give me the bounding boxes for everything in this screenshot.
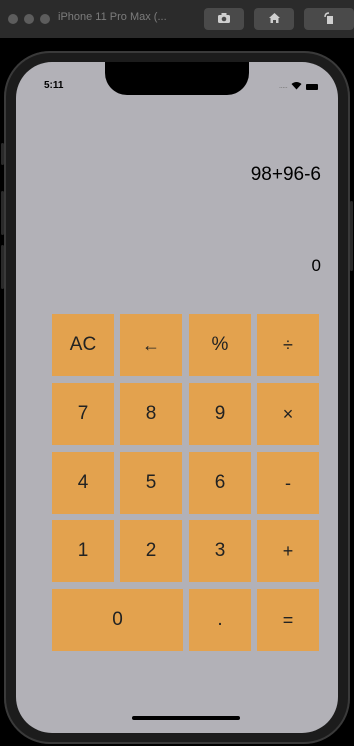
digit-3-button[interactable]: 3 — [189, 520, 251, 582]
divide-button[interactable]: ÷ — [257, 314, 319, 376]
notch — [105, 62, 249, 95]
close-window-button[interactable] — [8, 14, 18, 24]
result-display: 0 — [311, 256, 321, 275]
simulator-title-bar: iPhone 11 Pro Max (... — [0, 0, 354, 38]
phone-frame: 5:11 ····· 98+96-6 0 AC ← % ÷ 7 8 9 × 4 … — [1, 51, 353, 744]
digit-2-button[interactable]: 2 — [120, 520, 182, 582]
decimal-button[interactable]: . — [189, 589, 251, 651]
expression-display: 98+96-6 — [250, 164, 321, 185]
battery-icon — [306, 84, 318, 90]
digit-9-button[interactable]: 9 — [189, 383, 251, 445]
simulator-title: iPhone 11 Pro Max (... — [58, 11, 167, 23]
camera-icon — [217, 12, 231, 27]
volume-up-button — [1, 191, 4, 235]
percent-button[interactable]: % — [189, 314, 251, 376]
mute-switch — [1, 143, 4, 165]
status-icons: ····· — [279, 81, 318, 93]
home-icon — [268, 12, 281, 27]
digit-5-button[interactable]: 5 — [120, 452, 182, 514]
home-indicator[interactable] — [132, 716, 240, 720]
wifi-icon — [291, 81, 302, 93]
power-button — [350, 201, 353, 271]
digit-0-button[interactable]: 0 — [52, 589, 183, 651]
digit-4-button[interactable]: 4 — [52, 452, 114, 514]
minimize-window-button[interactable] — [24, 14, 34, 24]
home-button[interactable] — [254, 8, 294, 30]
phone-screen: 5:11 ····· 98+96-6 0 AC ← % ÷ 7 8 9 × 4 … — [16, 62, 338, 733]
digit-1-button[interactable]: 1 — [52, 520, 114, 582]
backspace-button[interactable]: ← — [120, 314, 182, 376]
volume-down-button — [1, 245, 4, 289]
zoom-window-button[interactable] — [40, 14, 50, 24]
digit-8-button[interactable]: 8 — [120, 383, 182, 445]
screenshot-button[interactable] — [204, 8, 244, 30]
minus-button[interactable]: - — [257, 452, 319, 514]
plus-button[interactable]: + — [257, 520, 319, 582]
signal-icon: ····· — [278, 82, 288, 92]
rotate-button[interactable] — [304, 8, 354, 30]
multiply-button[interactable]: × — [257, 383, 319, 445]
rotate-icon — [323, 11, 335, 27]
digit-7-button[interactable]: 7 — [52, 383, 114, 445]
equals-button[interactable]: = — [257, 589, 319, 651]
clear-button[interactable]: AC — [52, 314, 114, 376]
digit-6-button[interactable]: 6 — [189, 452, 251, 514]
status-time: 5:11 — [44, 80, 64, 91]
